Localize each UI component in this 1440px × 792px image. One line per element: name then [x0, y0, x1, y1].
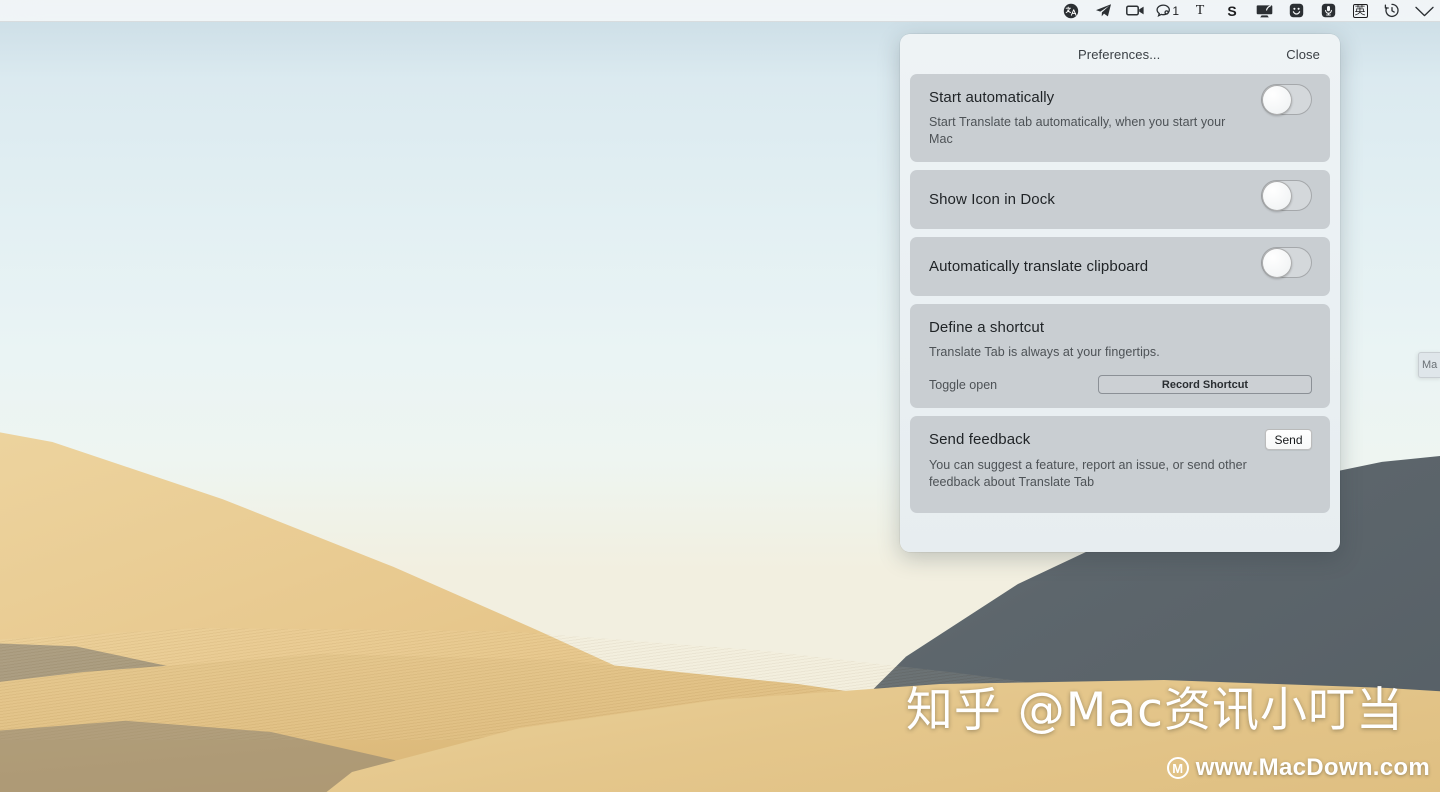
- card-start-automatically: Start automatically Start Translate tab …: [910, 74, 1330, 162]
- macdown-logo-icon: M: [1166, 757, 1189, 779]
- letter-t-glyph: T: [1195, 2, 1205, 18]
- preferences-button[interactable]: Preferences...: [1078, 47, 1160, 62]
- monitor-icon[interactable]: [1248, 0, 1280, 22]
- auto-translate-clipboard-toggle[interactable]: [1261, 247, 1312, 278]
- card-title: Define a shortcut: [929, 319, 1045, 336]
- input-source-glyph: 英: [1352, 3, 1368, 18]
- card-auto-translate-clipboard: Automatically translate clipboard: [910, 237, 1330, 296]
- offscreen-window-sliver[interactable]: Ma: [1418, 352, 1440, 378]
- messages-badge-count: 1: [1172, 3, 1179, 18]
- toggle-knob: [1262, 180, 1292, 211]
- card-description: You can suggest a feature, report an iss…: [929, 458, 1247, 489]
- watermark-site: M www.MacDown.com: [1166, 754, 1430, 782]
- desktop-screen: 1 T S 英 Ma Preferences... Close Start au…: [0, 0, 1440, 792]
- letter-s-icon[interactable]: S: [1216, 0, 1248, 22]
- toggle-knob: [1262, 84, 1292, 115]
- card-start-automatically-row: Start automatically Start Translate tab …: [929, 84, 1312, 148]
- letter-s-glyph: S: [1227, 2, 1237, 19]
- card-title: Show Icon in Dock: [929, 191, 1055, 208]
- card-start-automatically-text: Start automatically Start Translate tab …: [929, 88, 1249, 148]
- dune-shadow-left: [0, 641, 332, 792]
- smiley-icon[interactable]: [1280, 0, 1312, 22]
- close-button[interactable]: Close: [1286, 47, 1320, 62]
- card-description: Start Translate tab automatically, when …: [929, 115, 1226, 146]
- time-machine-icon[interactable]: [1376, 0, 1408, 22]
- preferences-popover: Preferences... Close Start automatically…: [900, 34, 1340, 552]
- menu-bar-status-items: 1 T S 英: [1055, 0, 1440, 22]
- card-show-icon-in-dock: Show Icon in Dock: [910, 170, 1330, 229]
- input-source-icon[interactable]: 英: [1344, 0, 1376, 22]
- dune-front-shadow: [0, 720, 496, 792]
- card-description: Translate Tab is always at your fingerti…: [929, 345, 1160, 359]
- popover-header: Preferences... Close: [910, 34, 1330, 74]
- shortcut-row: Toggle open Record Shortcut: [929, 375, 1312, 394]
- record-shortcut-button[interactable]: Record Shortcut: [1098, 375, 1312, 394]
- shortcut-label: Toggle open: [929, 377, 998, 392]
- translate-tab-icon[interactable]: [1055, 0, 1087, 22]
- card-send-feedback: Send feedback Send You can suggest a fea…: [910, 416, 1330, 513]
- messages-icon[interactable]: 1: [1151, 0, 1184, 22]
- card-send-feedback-row: Send feedback Send: [929, 429, 1312, 450]
- offscreen-window-label: Ma: [1422, 359, 1438, 371]
- card-title: Start automatically: [929, 89, 1055, 106]
- watermark-text: 知乎 @Mac资讯小叮当: [905, 683, 1404, 738]
- microphone-icon[interactable]: [1312, 0, 1344, 22]
- letter-t-icon[interactable]: T: [1184, 0, 1216, 22]
- macdown-site-label: www.MacDown.com: [1195, 754, 1430, 781]
- card-auto-translate-clipboard-row: Automatically translate clipboard: [929, 247, 1312, 282]
- send-feedback-button[interactable]: Send: [1265, 429, 1312, 450]
- telegram-icon[interactable]: [1087, 0, 1119, 22]
- video-camera-icon[interactable]: [1119, 0, 1151, 22]
- menu-bar: 1 T S 英: [0, 0, 1440, 22]
- show-icon-in-dock-toggle[interactable]: [1261, 180, 1312, 211]
- card-title: Automatically translate clipboard: [929, 258, 1149, 275]
- card-show-icon-in-dock-row: Show Icon in Dock: [929, 180, 1312, 215]
- wifi-icon[interactable]: [1408, 0, 1440, 22]
- toggle-knob: [1262, 247, 1292, 278]
- card-title: Send feedback: [929, 431, 1031, 448]
- card-define-a-shortcut: Define a shortcut Translate Tab is alway…: [910, 304, 1330, 408]
- start-automatically-toggle[interactable]: [1261, 84, 1312, 115]
